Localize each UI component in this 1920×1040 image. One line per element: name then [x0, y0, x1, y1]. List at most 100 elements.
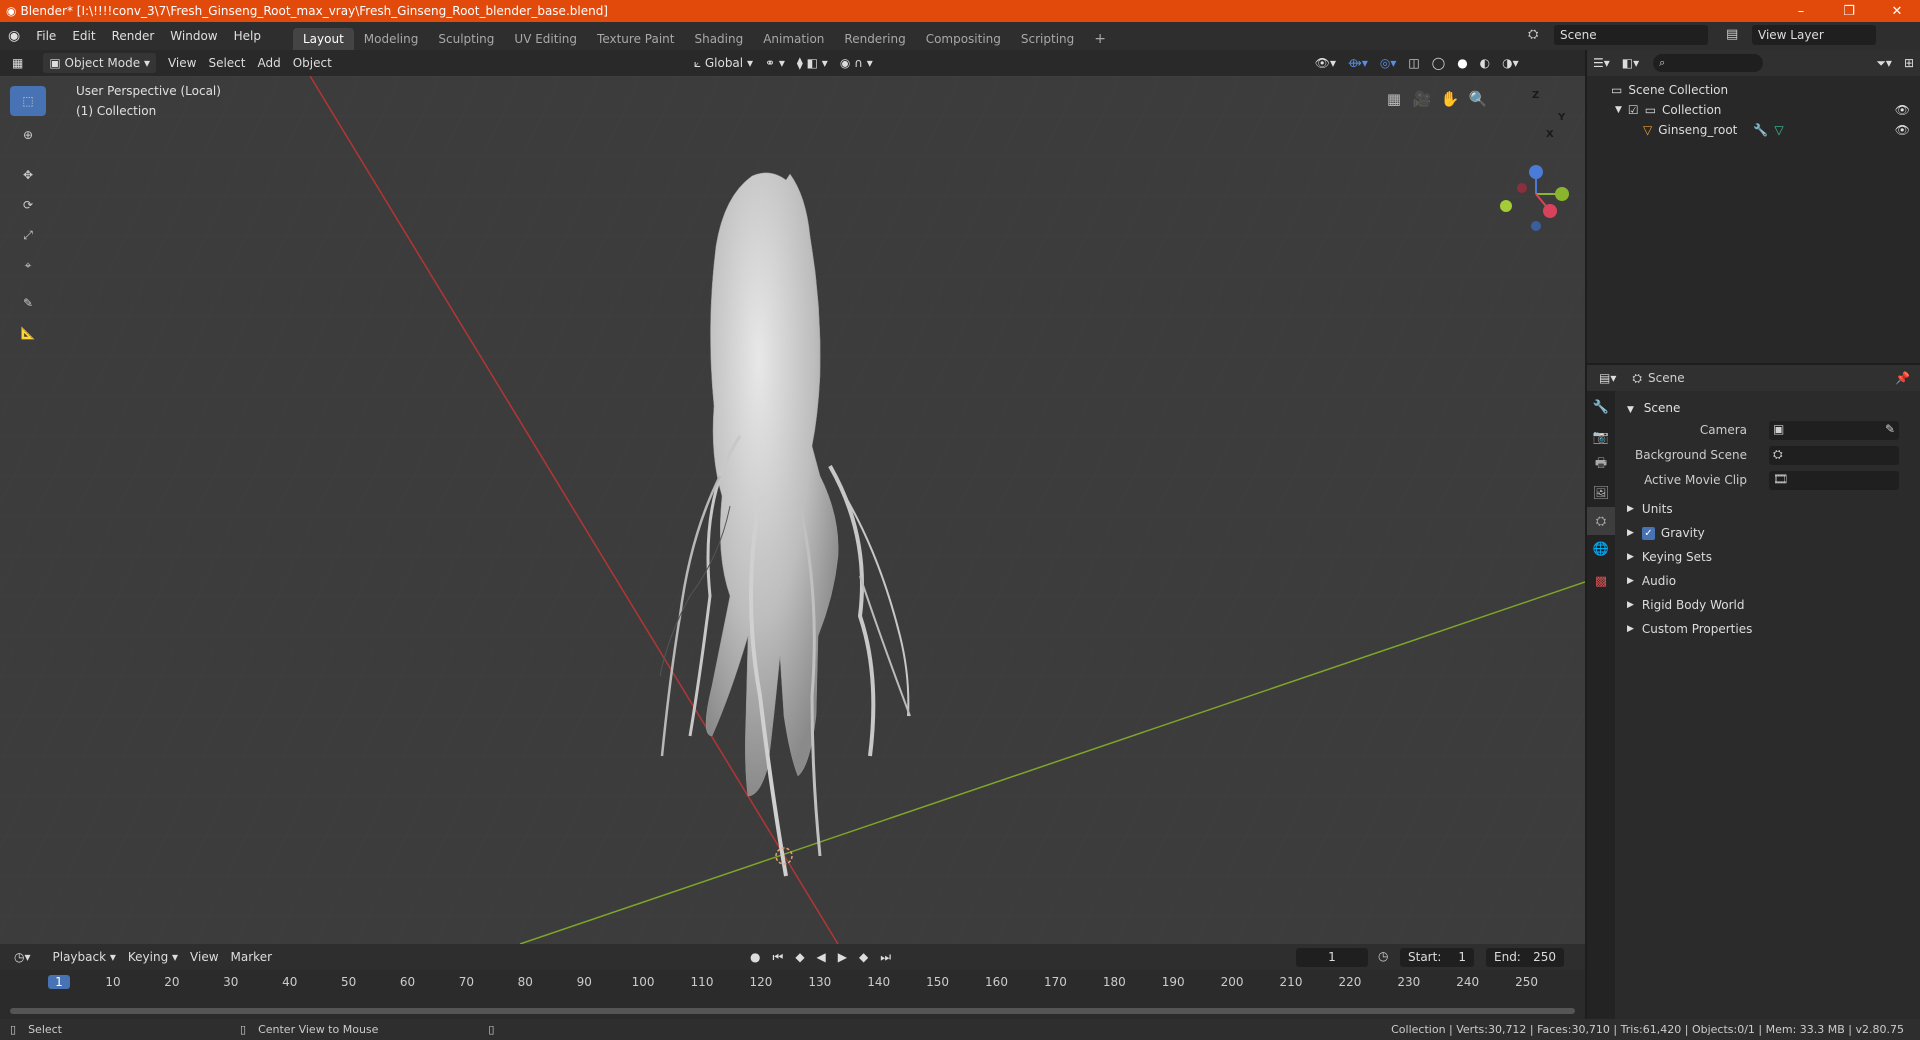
rigid-body-world-panel[interactable]: ▶ Rigid Body World — [1627, 598, 1744, 612]
outliner-scene-collection[interactable]: ▭ Scene Collection — [1587, 80, 1920, 100]
menu-keying[interactable]: Keying ▾ — [122, 947, 184, 967]
menu-file[interactable]: File — [28, 22, 64, 50]
timeline-scrollbar[interactable] — [10, 1008, 1575, 1014]
minimize-button[interactable]: – — [1778, 0, 1824, 22]
gravity-panel[interactable]: ▶ ✓ Gravity — [1627, 526, 1705, 540]
menu-timeline-view[interactable]: View — [184, 947, 224, 967]
blender-menu-icon[interactable]: ◉ — [0, 22, 28, 50]
end-frame-field[interactable]: End: 250 — [1486, 948, 1564, 967]
measure-tool-icon[interactable]: 📐 — [10, 318, 46, 348]
view-layer-selector[interactable]: View Layer — [1752, 25, 1876, 45]
select-box-tool-icon[interactable]: ⬚ — [10, 86, 46, 116]
modifier-wrench-icon[interactable]: 🔧 — [1753, 123, 1768, 137]
tab-rendering[interactable]: Rendering — [834, 28, 915, 50]
menu-edit[interactable]: Edit — [64, 22, 103, 50]
start-frame-field[interactable]: Start: 1 — [1400, 948, 1474, 967]
pan-hand-icon[interactable]: ✋ — [1436, 88, 1464, 110]
menu-view[interactable]: View — [162, 53, 202, 73]
keying-sets-panel[interactable]: ▶ Keying Sets — [1627, 550, 1712, 564]
scale-tool-icon[interactable]: ⤢ — [10, 220, 46, 250]
units-panel[interactable]: ▶ Units — [1627, 502, 1673, 516]
move-tool-icon[interactable]: ✥ — [10, 160, 46, 190]
transform-tool-icon[interactable]: ⌖ — [10, 250, 46, 280]
properties-editor-type-icon[interactable]: ▤▾ — [1593, 368, 1622, 388]
current-frame-field[interactable]: 1 — [1296, 948, 1368, 967]
new-collection-icon[interactable]: ⊞ — [1898, 53, 1920, 73]
view-layer-tab-icon[interactable]: 🖼 — [1587, 479, 1615, 507]
menu-playback[interactable]: Playback ▾ — [47, 947, 122, 967]
material-shading-icon[interactable]: ◐ — [1474, 53, 1496, 73]
annotate-tool-icon[interactable]: ✎ — [10, 288, 46, 318]
zoom-icon[interactable]: 🔍 — [1464, 88, 1492, 110]
solid-shading-icon[interactable]: ● — [1451, 53, 1473, 73]
movie-clip-field[interactable]: 🎞 — [1769, 471, 1899, 490]
texture-tab-icon[interactable]: ▩ — [1587, 567, 1615, 595]
snap-icon[interactable]: ⧫ ◧ ▾ — [791, 53, 834, 73]
tab-modeling[interactable]: Modeling — [354, 28, 429, 50]
add-workspace-button[interactable]: + — [1084, 28, 1116, 50]
rotate-tool-icon[interactable]: ⟳ — [10, 190, 46, 220]
menu-marker[interactable]: Marker — [225, 947, 278, 967]
close-button[interactable]: ✕ — [1874, 0, 1920, 22]
tab-scripting[interactable]: Scripting — [1011, 28, 1084, 50]
camera-field[interactable]: ▣ ✎ — [1769, 421, 1899, 440]
audio-panel[interactable]: ▶ Audio — [1627, 574, 1676, 588]
overlay-toggle-icon[interactable]: ◎▾ — [1374, 53, 1403, 73]
scene-tab-icon[interactable]: ⛭ — [1587, 507, 1615, 535]
scene-panel-header[interactable]: ▼ Scene — [1627, 401, 1680, 415]
tab-shading[interactable]: Shading — [684, 28, 753, 50]
output-tab-icon[interactable]: 🖶 — [1587, 451, 1615, 479]
menu-select[interactable]: Select — [202, 53, 251, 73]
grid-view-icon[interactable]: ▦ — [1380, 88, 1408, 110]
tab-uv-editing[interactable]: UV Editing — [504, 28, 587, 50]
menu-render[interactable]: Render — [104, 22, 163, 50]
scene-selector[interactable]: Scene — [1554, 25, 1708, 45]
tool-tab-icon[interactable]: 🔧 — [1587, 393, 1615, 421]
gizmo-toggle-icon[interactable]: ⟴▾ — [1342, 53, 1374, 73]
record-icon[interactable]: ● — [744, 947, 766, 967]
visibility-icon[interactable]: 👁▾ — [1309, 53, 1342, 73]
proportional-edit-icon[interactable]: ◉ ∩ ▾ — [834, 53, 879, 73]
camera-view-icon[interactable]: 🎥 — [1408, 88, 1436, 110]
frame-ruler[interactable]: 1 10 20 30 40 50 60 70 80 90 100 110 120 130 140 150 160… — [0, 972, 1585, 994]
mode-dropdown[interactable]: ▣ Object Mode ▾ — [43, 53, 156, 73]
transform-orientation-dropdown[interactable]: ⟀ Global ▾ — [688, 53, 759, 73]
play-icon[interactable]: ▶ — [832, 947, 853, 967]
render-tab-icon[interactable]: 📷 — [1587, 423, 1615, 451]
eye-icon[interactable]: 👁 — [1895, 123, 1910, 137]
rendered-shading-icon[interactable]: ◑▾ — [1496, 53, 1525, 73]
checkbox-icon[interactable]: ☑ — [1628, 103, 1639, 117]
filter-icon[interactable]: ⏷▾ — [1870, 53, 1898, 73]
menu-help[interactable]: Help — [226, 22, 269, 50]
display-mode-icon[interactable]: ◧▾ — [1616, 53, 1645, 73]
play-reverse-icon[interactable]: ◀ — [811, 947, 832, 967]
clock-icon[interactable]: ◷ — [1378, 949, 1388, 963]
menu-window[interactable]: Window — [162, 22, 225, 50]
custom-properties-panel[interactable]: ▶ Custom Properties — [1627, 622, 1752, 636]
outliner-object-row[interactable]: ▽ Ginseng_root 🔧 ▽ 👁 — [1587, 120, 1920, 140]
tab-texture-paint[interactable]: Texture Paint — [587, 28, 684, 50]
maximize-button[interactable]: ❐ — [1826, 0, 1872, 22]
tab-sculpting[interactable]: Sculpting — [428, 28, 504, 50]
prev-keyframe-icon[interactable]: ◆ — [789, 947, 810, 967]
pivot-icon[interactable]: ⚭ ▾ — [759, 53, 791, 73]
pin-icon[interactable]: 📌 — [1895, 371, 1910, 385]
editor-type-icon[interactable]: ▦ — [6, 53, 29, 73]
jump-start-icon[interactable]: ⏮ — [767, 947, 790, 967]
timeline-editor-type-icon[interactable]: ◷▾ — [8, 947, 37, 967]
outliner-collection-row[interactable]: ▼ ☑ ▭ Collection 👁 — [1587, 100, 1920, 120]
jump-end-icon[interactable]: ⏭ — [874, 947, 897, 967]
3d-viewport[interactable]: Z Y X — [0, 76, 1585, 944]
tab-animation[interactable]: Animation — [753, 28, 834, 50]
eye-icon[interactable]: 👁 — [1895, 103, 1910, 117]
mesh-data-icon[interactable]: ▽ — [1774, 123, 1783, 137]
xray-toggle-icon[interactable]: ◫ — [1402, 53, 1425, 73]
menu-object[interactable]: Object — [287, 53, 338, 73]
outliner-editor-type-icon[interactable]: ☰▾ — [1587, 53, 1616, 73]
gravity-checkbox[interactable]: ✓ — [1641, 526, 1655, 540]
background-scene-field[interactable]: ⛭ — [1769, 446, 1899, 465]
world-tab-icon[interactable]: 🌐 — [1587, 535, 1615, 563]
cursor-tool-icon[interactable]: ⊕ — [10, 120, 46, 150]
tab-compositing[interactable]: Compositing — [916, 28, 1011, 50]
wireframe-shading-icon[interactable]: ◯ — [1426, 53, 1451, 73]
